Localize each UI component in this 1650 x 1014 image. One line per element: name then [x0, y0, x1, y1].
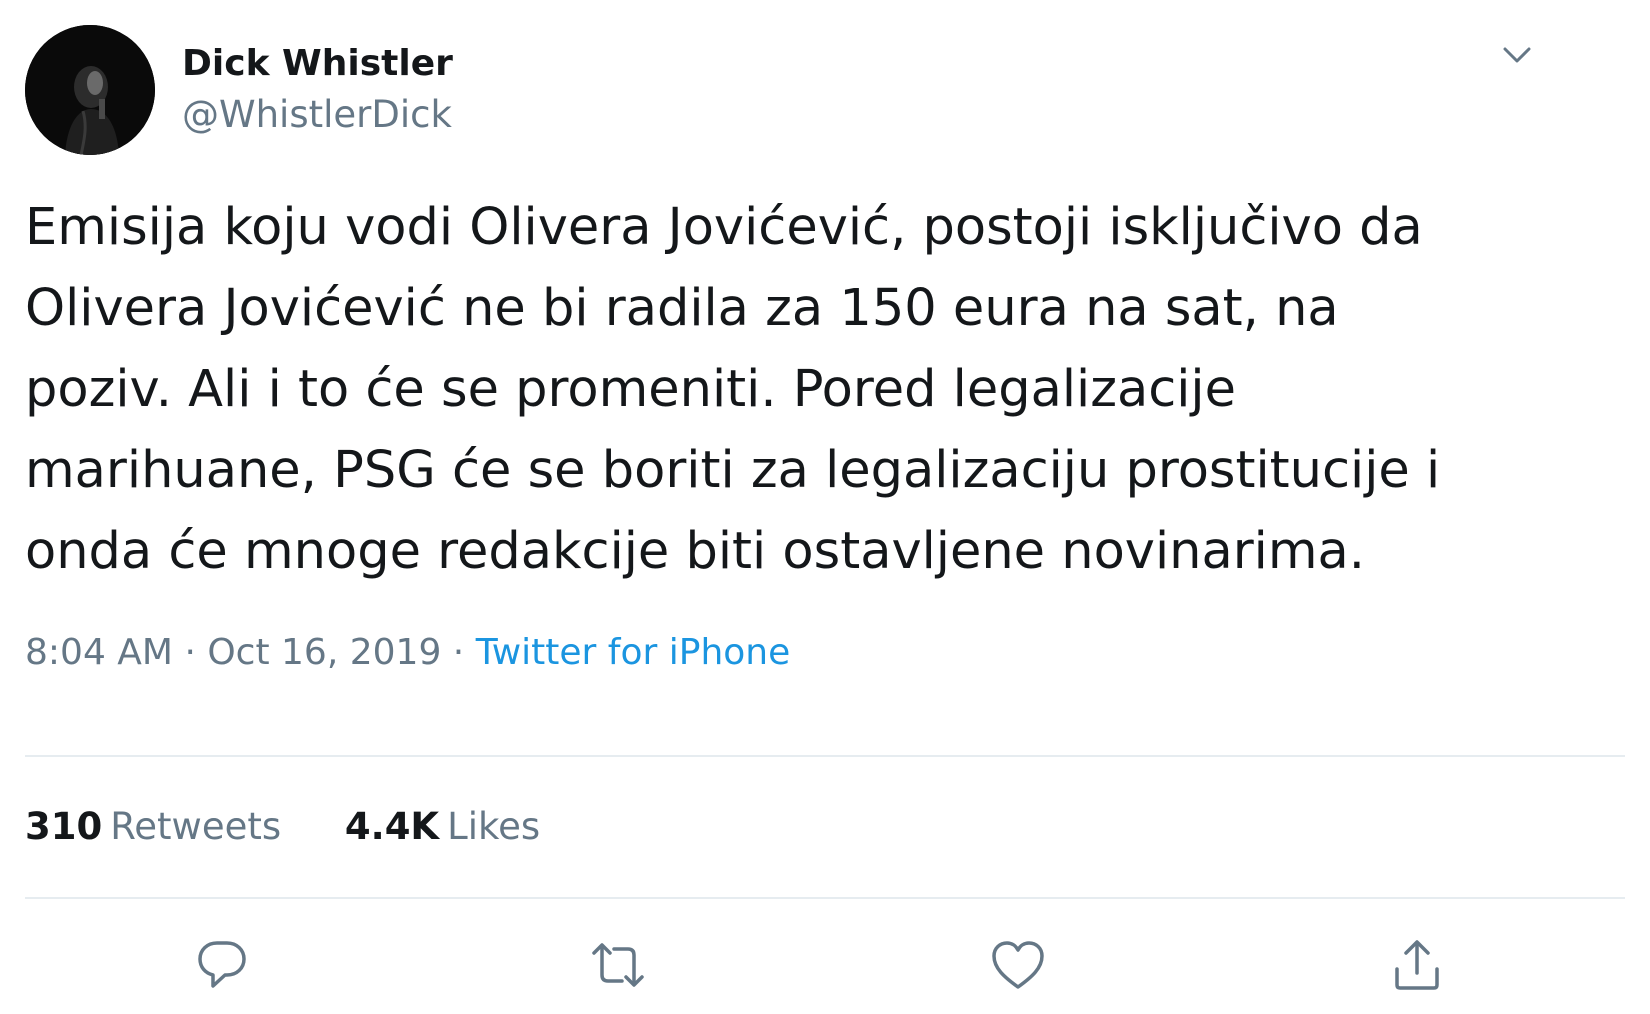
likes-count: 4.4K [344, 805, 440, 848]
tweet-text: Emisija koju vodi Olivera Jovićević, pos… [25, 187, 1625, 592]
tweet-time[interactable]: 8:04 AM [25, 632, 173, 673]
tweet-text-line: poziv. Ali i to će se promeniti. Pored l… [25, 360, 1236, 419]
retweets-label: Retweets [110, 805, 282, 848]
tweet-text-line: Olivera Jovićević ne bi radila za 150 eu… [25, 279, 1339, 338]
tweet-date[interactable]: Oct 16, 2019 [207, 632, 441, 673]
tweet-source-link[interactable]: Twitter for iPhone [476, 632, 791, 673]
tweet-text-line: onda će mnoge redakcije biti ostavljene … [25, 522, 1365, 581]
like-button[interactable] [988, 935, 1048, 995]
retweet-button[interactable] [588, 935, 648, 995]
reply-icon [198, 941, 246, 988]
tweet-metadata: 8:04 AM · Oct 16, 2019 · Twitter for iPh… [25, 630, 790, 676]
chevron-down-icon[interactable] [1495, 40, 1539, 72]
tweet-stats: 310 Retweets 4.4K Likes [25, 804, 540, 850]
author-handle[interactable]: @WhistlerDick [182, 92, 452, 138]
retweets-stat[interactable]: 310 Retweets [25, 804, 281, 850]
share-icon [1395, 940, 1439, 990]
tweet-text-line: Emisija koju vodi Olivera Jovićević, pos… [25, 198, 1423, 257]
likes-stat[interactable]: 4.4K Likes [345, 804, 540, 850]
likes-label: Likes [447, 805, 541, 848]
retweets-count: 310 [25, 805, 103, 848]
divider [25, 897, 1625, 899]
reply-button[interactable] [192, 935, 252, 995]
profile-photo-icon [25, 25, 155, 155]
divider [25, 755, 1625, 757]
avatar[interactable] [25, 25, 155, 155]
heart-icon [992, 941, 1044, 989]
metadata-separator: · [184, 632, 196, 673]
metadata-separator: · [452, 632, 465, 673]
retweet-icon [592, 943, 644, 987]
author-display-name[interactable]: Dick Whistler [182, 42, 453, 86]
share-button[interactable] [1387, 935, 1447, 995]
tweet-text-line: marihuane, PSG će se boriti za legalizac… [25, 441, 1441, 500]
